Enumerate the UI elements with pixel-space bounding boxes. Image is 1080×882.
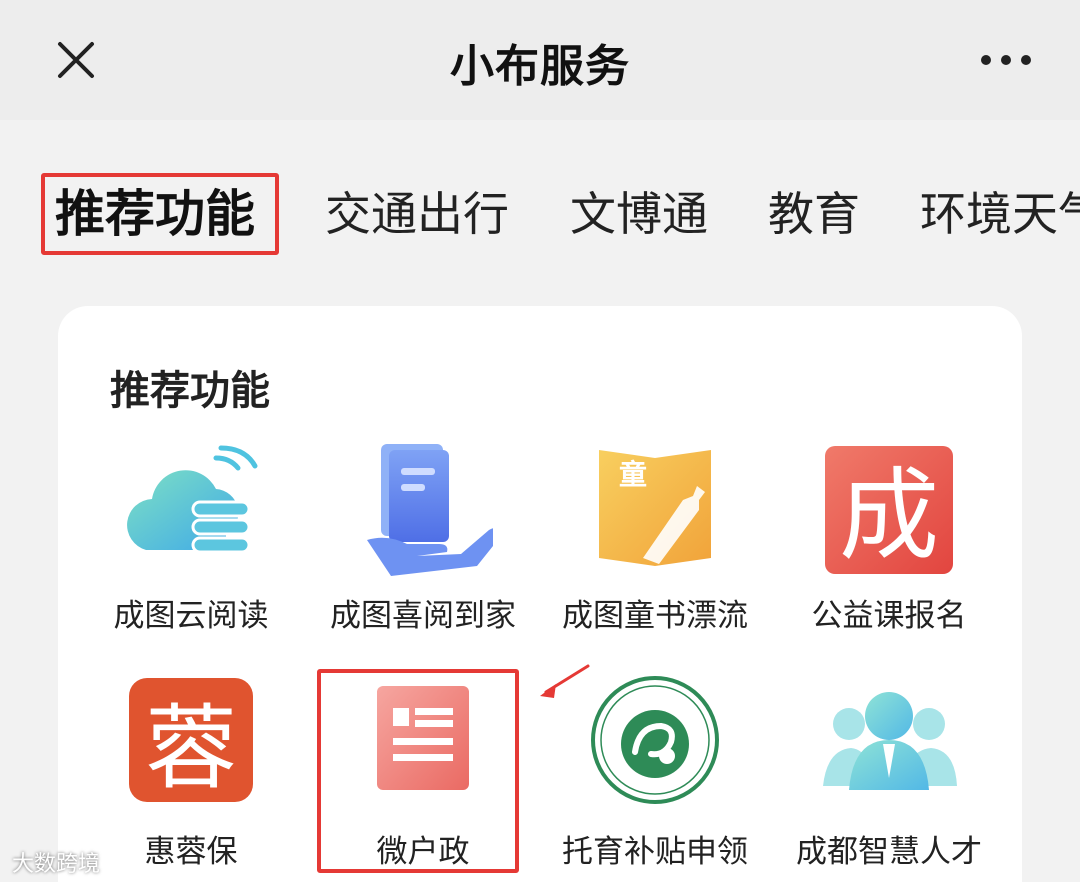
service-tile-cloud-reading[interactable]: 成图云阅读: [66, 440, 316, 640]
tab-education[interactable]: 教育: [768, 182, 860, 246]
top-bar: 小布服务: [0, 0, 1080, 120]
tab-environment[interactable]: 环境天气: [920, 182, 1080, 246]
micro-household-icon: [377, 686, 469, 790]
category-tabs: 推荐功能 交通出行 文博通 教育 环境天气: [0, 170, 1080, 260]
watermark: 大数跨境: [12, 852, 101, 877]
smart-talent-icon: [823, 692, 957, 790]
service-label: 成都智慧人才: [796, 834, 982, 870]
service-tile-huirongbao[interactable]: 蓉 惠蓉保: [66, 676, 316, 876]
svg-text:成: 成: [839, 457, 939, 574]
service-label: 微户政: [376, 834, 470, 870]
more-icon[interactable]: [978, 46, 1034, 74]
section-title: 推荐功能: [110, 368, 270, 414]
svg-text:蓉: 蓉: [145, 695, 237, 802]
huirongbao-icon: 蓉: [129, 678, 253, 802]
service-label: 托育补贴申领: [562, 834, 748, 870]
service-tile-book-delivery[interactable]: 成图喜阅到家: [298, 440, 548, 640]
service-tile-micro-household[interactable]: 微户政: [298, 676, 548, 876]
cloud-reading-icon: [127, 445, 258, 554]
children-book-drift-icon: 童: [599, 450, 711, 566]
page-title: 小布服务: [450, 41, 630, 92]
service-label: 成图云阅读: [113, 598, 269, 634]
charity-class-icon: 成: [825, 446, 953, 574]
child-glyph: 童: [619, 458, 647, 491]
service-tile-childcare-subsidy[interactable]: 托育补贴申领: [530, 676, 780, 876]
service-label: 成图喜阅到家: [330, 598, 516, 634]
pointer-arrow-icon: [540, 664, 590, 698]
childcare-subsidy-icon: [591, 676, 719, 804]
service-label: 惠蓉保: [144, 834, 238, 870]
book-delivery-icon: [367, 444, 493, 576]
tab-recommended[interactable]: 推荐功能: [55, 182, 255, 246]
service-tile-smart-talent[interactable]: 成都智慧人才: [764, 676, 1014, 876]
service-tile-children-book[interactable]: 童 成图童书漂流: [530, 440, 780, 640]
tab-transport[interactable]: 交通出行: [325, 182, 509, 246]
tab-museum[interactable]: 文博通: [570, 182, 708, 246]
service-tile-charity-class[interactable]: 成 公益课报名: [764, 440, 1014, 640]
service-label: 成图童书漂流: [562, 598, 748, 634]
service-label: 公益课报名: [811, 598, 967, 634]
